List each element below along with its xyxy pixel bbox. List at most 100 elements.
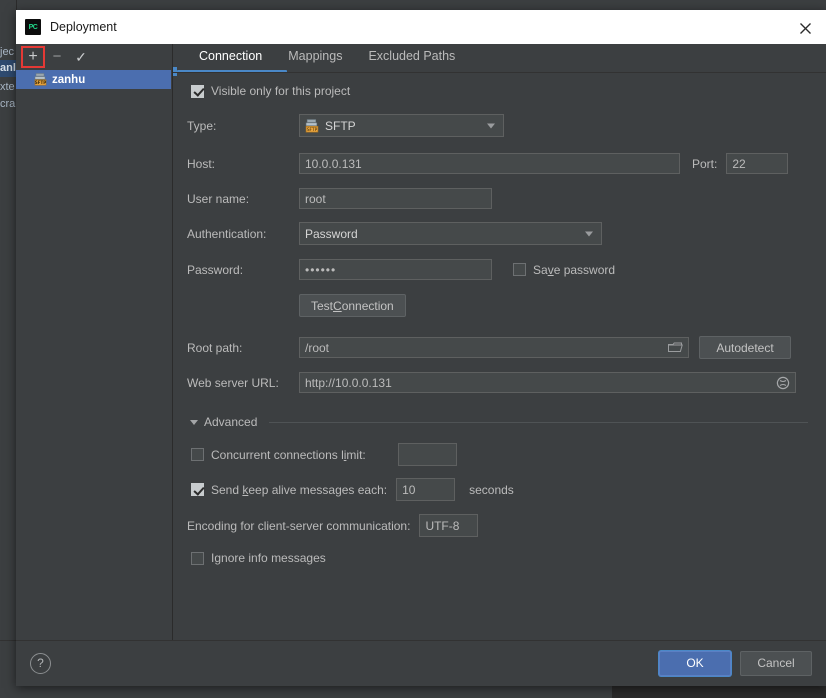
check-icon: ✓ bbox=[75, 48, 87, 65]
ignore-info-checkbox[interactable] bbox=[191, 551, 204, 565]
password-input[interactable]: •••••• bbox=[299, 259, 492, 280]
authentication-label: Authentication: bbox=[187, 226, 267, 241]
save-password-checkbox[interactable] bbox=[513, 263, 526, 276]
web-server-url-input[interactable]: http://10.0.0.131 bbox=[299, 372, 796, 393]
visible-only-checkbox[interactable] bbox=[191, 84, 204, 98]
host-value: 10.0.0.131 bbox=[305, 156, 362, 171]
host-label: Host: bbox=[187, 156, 216, 171]
remove-server-button[interactable]: − bbox=[45, 46, 69, 68]
concurrent-limit-label: Concurrent connections limit: bbox=[211, 447, 366, 462]
plus-icon: + bbox=[28, 47, 38, 65]
type-select[interactable]: SFTP SFTP bbox=[299, 114, 504, 137]
keep-alive-label: Send keep alive messages each: bbox=[211, 482, 388, 497]
authentication-row: Authentication: Password bbox=[187, 222, 808, 245]
chevron-down-icon bbox=[585, 231, 593, 236]
tab-mappings[interactable]: Mappings bbox=[275, 44, 355, 68]
type-label: Type: bbox=[187, 118, 217, 133]
advanced-section-header[interactable]: Advanced bbox=[190, 415, 808, 429]
username-row: User name: root bbox=[187, 188, 808, 209]
dialog-body: + − ✓ SFTP zanhu Connection Mappings Exc… bbox=[16, 44, 826, 640]
test-connection-row: Test Connection bbox=[187, 294, 808, 317]
port-value: 22 bbox=[732, 156, 746, 171]
web-server-url-label: Web server URL: bbox=[187, 375, 279, 390]
sidebar-toolbar: + − ✓ bbox=[16, 44, 172, 69]
encoding-input[interactable]: UTF-8 bbox=[419, 514, 479, 537]
autodetect-button[interactable]: Autodetect bbox=[699, 336, 791, 359]
add-server-button[interactable]: + bbox=[21, 45, 45, 68]
sftp-server-icon: SFTP bbox=[34, 73, 47, 86]
tab-bar: Connection Mappings Excluded Paths bbox=[173, 44, 826, 76]
password-row: Password: •••••• Save password bbox=[187, 259, 808, 280]
set-default-server-button[interactable]: ✓ bbox=[69, 46, 93, 68]
ide-bottom-panel bbox=[612, 686, 826, 698]
concurrent-limit-input[interactable] bbox=[397, 443, 457, 466]
visible-only-row: Visible only for this project bbox=[191, 84, 808, 98]
ide-tree-row: xte bbox=[0, 81, 15, 93]
port-input[interactable]: 22 bbox=[726, 153, 789, 174]
tab-excluded-paths[interactable]: Excluded Paths bbox=[355, 44, 468, 68]
pycharm-icon: PC bbox=[25, 19, 41, 35]
dialog-title: Deployment bbox=[50, 20, 117, 34]
footer-actions: OK Cancel bbox=[659, 650, 812, 676]
close-icon[interactable] bbox=[792, 18, 818, 38]
visible-only-label: Visible only for this project bbox=[211, 84, 351, 98]
web-server-url-value: http://10.0.0.131 bbox=[305, 375, 392, 390]
connection-panel: Connection Mappings Excluded Paths Visib… bbox=[173, 44, 826, 640]
username-value: root bbox=[305, 191, 326, 206]
type-value: SFTP bbox=[325, 118, 356, 133]
ide-project-tree-strip: jec anl xte cra bbox=[0, 0, 17, 640]
advanced-label: Advanced bbox=[204, 415, 258, 429]
username-label: User name: bbox=[187, 191, 250, 206]
save-password-label: Save password bbox=[533, 262, 616, 277]
keep-alive-value: 10 bbox=[402, 482, 416, 497]
help-icon[interactable]: ? bbox=[30, 652, 51, 674]
port-label: Port: bbox=[692, 156, 718, 171]
ide-tree-row: cra bbox=[0, 98, 16, 110]
dialog-footer: ? OK Cancel bbox=[16, 640, 826, 685]
password-value: •••••• bbox=[305, 262, 337, 277]
ok-button[interactable]: OK bbox=[659, 650, 731, 676]
chevron-down-icon[interactable] bbox=[190, 419, 198, 425]
connection-form: Visible only for this project Type: SFTP bbox=[173, 71, 826, 565]
ignore-info-label: Ignore info messages bbox=[211, 551, 326, 565]
host-input[interactable]: 10.0.0.131 bbox=[299, 153, 680, 174]
root-path-label: Root path: bbox=[187, 340, 243, 355]
minus-icon: − bbox=[52, 48, 62, 65]
dialog-titlebar: PC Deployment bbox=[16, 10, 826, 44]
type-row: Type: SFTP SFTP bbox=[187, 114, 808, 137]
server-list-sidebar: + − ✓ SFTP zanhu bbox=[16, 44, 173, 640]
authentication-select[interactable]: Password bbox=[299, 222, 602, 245]
root-path-value: /root bbox=[305, 340, 330, 355]
authentication-value: Password bbox=[305, 226, 358, 241]
section-divider bbox=[269, 421, 808, 423]
list-item-label: zanhu bbox=[52, 73, 86, 86]
concurrent-limit-row: Concurrent connections limit: bbox=[191, 443, 808, 466]
chevron-down-icon bbox=[487, 123, 495, 128]
encoding-row: Encoding for client-server communication… bbox=[187, 514, 808, 537]
svg-text:SFTP: SFTP bbox=[35, 80, 46, 85]
help-label: ? bbox=[37, 656, 44, 670]
folder-icon[interactable] bbox=[668, 341, 683, 357]
encoding-value: UTF-8 bbox=[425, 518, 460, 533]
password-label: Password: bbox=[187, 262, 244, 277]
keep-alive-checkbox[interactable] bbox=[191, 483, 204, 496]
ignore-info-row: Ignore info messages bbox=[191, 551, 808, 565]
encoding-label: Encoding for client-server communication… bbox=[187, 518, 411, 533]
web-server-url-row: Web server URL: http://10.0.0.131 bbox=[187, 372, 808, 393]
keep-alive-input[interactable]: 10 bbox=[396, 478, 456, 501]
cancel-button[interactable]: Cancel bbox=[740, 650, 812, 676]
svg-text:SFTP: SFTP bbox=[307, 126, 318, 132]
ide-tree-row: jec bbox=[0, 46, 15, 58]
server-list: SFTP zanhu bbox=[16, 69, 172, 89]
sftp-icon: SFTP bbox=[305, 118, 319, 133]
tab-connection[interactable]: Connection bbox=[186, 44, 275, 68]
ide-tree-row-selected: anl bbox=[0, 60, 16, 77]
keep-alive-row: Send keep alive messages each: 10 second… bbox=[191, 478, 808, 501]
concurrent-limit-checkbox[interactable] bbox=[191, 448, 204, 461]
globe-icon[interactable] bbox=[776, 376, 790, 393]
root-path-input[interactable]: /root bbox=[299, 337, 689, 358]
list-item[interactable]: SFTP zanhu bbox=[16, 70, 171, 89]
test-connection-button[interactable]: Test Connection bbox=[299, 294, 406, 317]
username-input[interactable]: root bbox=[299, 188, 492, 209]
deployment-dialog: PC Deployment + − ✓ SFTP zanhu Connectio… bbox=[16, 10, 826, 686]
